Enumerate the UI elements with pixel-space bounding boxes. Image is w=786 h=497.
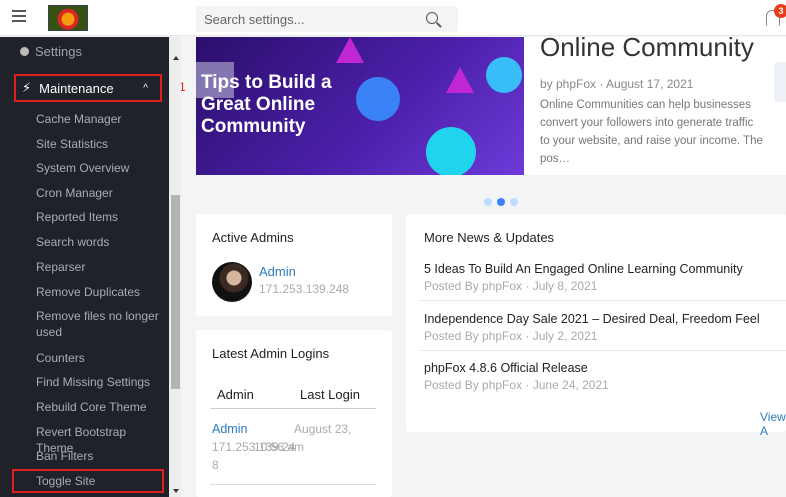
scrollbar-thumb[interactable] — [171, 195, 180, 389]
news-item-meta: Posted By phpFox · July 8, 2021 — [424, 279, 598, 293]
top-bar: 3 — [0, 0, 786, 36]
admin-link[interactable]: Admin — [259, 264, 296, 279]
admin-ip: 171.253.139.248 — [259, 282, 350, 296]
sidebar-item-counters[interactable]: Counters — [36, 350, 162, 366]
table-header-divider — [210, 408, 376, 409]
sidebar-item-settings[interactable]: Settings — [20, 44, 82, 59]
sidebar-item-remove-duplicates[interactable]: Remove Duplicates — [36, 284, 162, 300]
search-box[interactable] — [196, 6, 458, 32]
notification-badge: 3 — [774, 4, 786, 18]
sidebar-item-reported-items[interactable]: Reported Items — [36, 209, 162, 225]
login-ip-tail: 8 — [212, 458, 219, 472]
sidebar-item-reparser[interactable]: Reparser — [36, 259, 162, 275]
menu-icon[interactable] — [12, 10, 26, 24]
search-input[interactable] — [196, 6, 416, 32]
carousel-dot[interactable] — [484, 198, 492, 206]
sidebar-item-maintenance[interactable]: ⚡ Maintenance ^ — [14, 74, 162, 102]
news-item-title[interactable]: Independence Day Sale 2021 – Desired Dea… — [424, 312, 760, 326]
sidebar-item-system-overview[interactable]: System Overview — [36, 160, 162, 176]
login-date: August 23, — [294, 422, 352, 436]
active-admins-title: Active Admins — [212, 230, 294, 245]
news-item-meta: Posted By phpFox · July 2, 2021 — [424, 329, 598, 343]
login-admin-link[interactable]: Admin — [212, 422, 247, 436]
sidebar-item-label: Maintenance — [39, 80, 114, 96]
avatar[interactable] — [212, 262, 252, 302]
sidebar-item-rebuild-core-theme[interactable]: Rebuild Core Theme — [36, 399, 162, 415]
scroll-up-arrow-icon[interactable] — [173, 56, 179, 60]
login-time: 10:56 am — [254, 440, 305, 454]
carousel-meta: by phpFox · August 17, 2021 — [540, 77, 694, 91]
carousel-dots — [484, 193, 523, 211]
sidebar-item-cron-manager[interactable]: Cron Manager — [36, 185, 162, 201]
news-title: More News & Updates — [424, 230, 555, 245]
sidebar-item-search-words[interactable]: Search words — [36, 234, 162, 250]
scroll-down-arrow-icon[interactable] — [173, 489, 179, 493]
carousel-dot-active[interactable] — [497, 198, 505, 206]
sidebar-item-toggle-site[interactable]: Toggle Site — [36, 473, 162, 489]
search-icon[interactable] — [426, 12, 438, 24]
view-all-link[interactable]: View A — [760, 410, 786, 438]
column-header-last-login: Last Login — [300, 387, 360, 402]
carousel-headline[interactable]: Online Community — [540, 34, 754, 60]
sidebar-item-ban-filters[interactable]: Ban Filters — [36, 448, 162, 464]
bolt-icon: ⚡ — [22, 80, 32, 95]
sidebar-item-cache-manager[interactable]: Cache Manager — [36, 111, 162, 127]
news-divider — [420, 350, 786, 351]
news-item-meta: Posted By phpFox · June 24, 2021 — [424, 378, 609, 392]
sidebar-item-find-missing-settings[interactable]: Find Missing Settings — [36, 374, 162, 390]
column-header-admin: Admin — [217, 387, 254, 402]
news-item-title[interactable]: 5 Ideas To Build An Engaged Online Learn… — [424, 262, 743, 276]
carousel-next-button[interactable] — [774, 62, 786, 102]
sidebar-item-remove-files[interactable]: Remove files no longer used — [36, 308, 162, 340]
carousel-image-title: Tips to Build a Great Online Community — [201, 72, 332, 137]
table-row-divider — [210, 484, 376, 485]
latest-logins-title: Latest Admin Logins — [212, 346, 330, 361]
news-divider — [420, 300, 786, 301]
news-item-title[interactable]: phpFox 4.8.6 Official Release — [424, 361, 588, 375]
gear-icon — [20, 47, 29, 56]
carousel-excerpt: Online Communities can help businesses c… — [540, 99, 763, 165]
sidebar-item-site-statistics[interactable]: Site Statistics — [36, 136, 162, 152]
carousel-dot[interactable] — [510, 198, 518, 206]
site-logo[interactable] — [48, 5, 88, 31]
chevron-up-icon: ^ — [143, 83, 148, 94]
